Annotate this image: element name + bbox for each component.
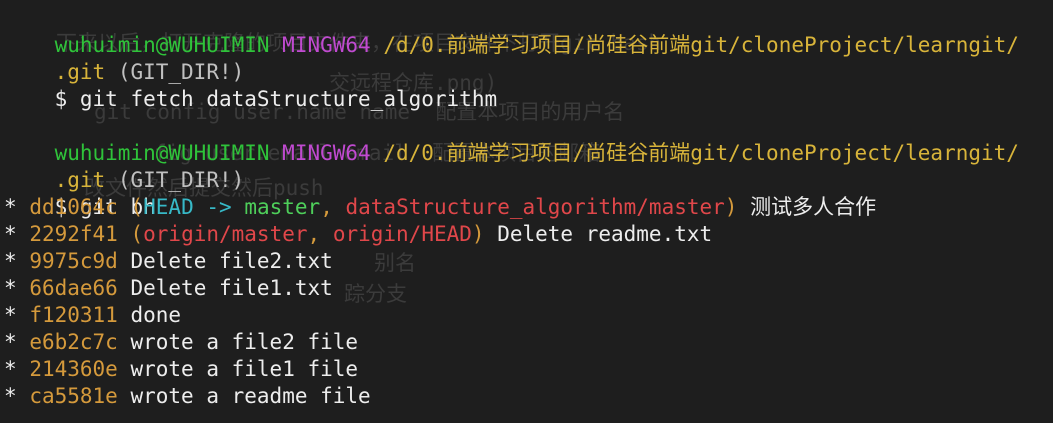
commit-message: wrote a file2 file	[130, 330, 359, 354]
log-entry: * 2292f41 (origin/master, origin/HEAD) D…	[4, 221, 712, 248]
commit-message: Delete readme.txt	[497, 222, 713, 246]
commit-message: done	[130, 303, 182, 327]
graph-bullet: *	[4, 195, 17, 219]
ref-sep: ,	[320, 195, 333, 219]
ref-remote: origin/HEAD	[332, 222, 472, 246]
graph-bullet: *	[4, 357, 17, 381]
ref-branch: master	[244, 195, 321, 219]
graph-bullet: *	[4, 303, 17, 327]
commit-message: wrote a file1 file	[130, 357, 359, 381]
prompt-line: wuhuimin@WUHUIMIN MINGW64 /d/0.前端学习项目/尚硅…	[4, 5, 1019, 57]
prompt-shell: MINGW64	[282, 141, 371, 165]
ref-head: HEAD	[143, 195, 194, 219]
prompt-line-continued: .git (GIT_DIR!)	[4, 140, 245, 192]
ref-remote: dataStructure_algorithm/master	[345, 195, 725, 219]
graph-bullet: *	[4, 249, 17, 273]
commit-hash: 66dae66	[29, 276, 118, 300]
graph-bullet: *	[4, 276, 17, 300]
log-entry: * dd1064c (HEAD -> master, dataStructure…	[4, 194, 876, 221]
commit-hash: dd1064c	[29, 195, 118, 219]
graph-bullet: *	[4, 384, 17, 408]
ref-paren: )	[724, 195, 738, 219]
ref-paren: )	[471, 222, 485, 246]
commit-message: Delete file2.txt	[130, 249, 333, 273]
command-line[interactable]: $ git bh	[4, 167, 156, 219]
log-entry: * ca5581e wrote a readme file	[4, 383, 371, 410]
log-entry: * f120311 done	[4, 302, 181, 329]
prompt-line: wuhuimin@WUHUIMIN MINGW64 /d/0.前端学习项目/尚硅…	[4, 113, 1019, 165]
commit-message: wrote a readme file	[130, 384, 371, 408]
log-entry: * 9975c9d Delete file2.txt	[4, 248, 333, 275]
ref-remote: origin/master	[143, 222, 308, 246]
commit-hash: 9975c9d	[29, 249, 118, 273]
prompt-path: /d/0.前端学习项目/尚硅谷前端git/cloneProject/learng…	[383, 141, 1019, 165]
commit-hash: ca5581e	[29, 384, 118, 408]
ref-arrow: ->	[206, 195, 232, 219]
ref-paren: (	[130, 222, 144, 246]
commit-message: Delete file1.txt	[130, 276, 333, 300]
commit-message: 测试多人合作	[750, 195, 877, 219]
commit-hash: f120311	[29, 303, 118, 327]
log-entry: * e6b2c7c wrote a file2 file	[4, 329, 358, 356]
command-text: git fetch dataStructure_algorithm	[79, 87, 498, 111]
commit-hash: 2292f41	[29, 222, 118, 246]
ref-sep: ,	[307, 222, 321, 246]
graph-bullet: *	[4, 222, 17, 246]
command-line[interactable]: $ git fetch dataStructure_algorithm	[4, 59, 498, 111]
terminal-window[interactable]: wuhuimin@WUHUIMIN MINGW64 /d/0.前端学习项目/尚硅…	[4, 0, 1050, 423]
prompt-symbol: $	[54, 87, 68, 111]
log-entry: * 66dae66 Delete file1.txt	[4, 275, 333, 302]
commit-hash: 214360e	[29, 357, 118, 381]
commit-hash: e6b2c7c	[29, 330, 118, 354]
graph-bullet: *	[4, 330, 17, 354]
prompt-path: /d/0.前端学习项目/尚硅谷前端git/cloneProject/learng…	[383, 33, 1019, 57]
ref-paren: (	[130, 195, 144, 219]
prompt-shell: MINGW64	[282, 33, 371, 57]
prompt-line-continued: .git (GIT_DIR!)	[4, 32, 245, 84]
log-entry: * 214360e wrote a file1 file	[4, 356, 358, 383]
